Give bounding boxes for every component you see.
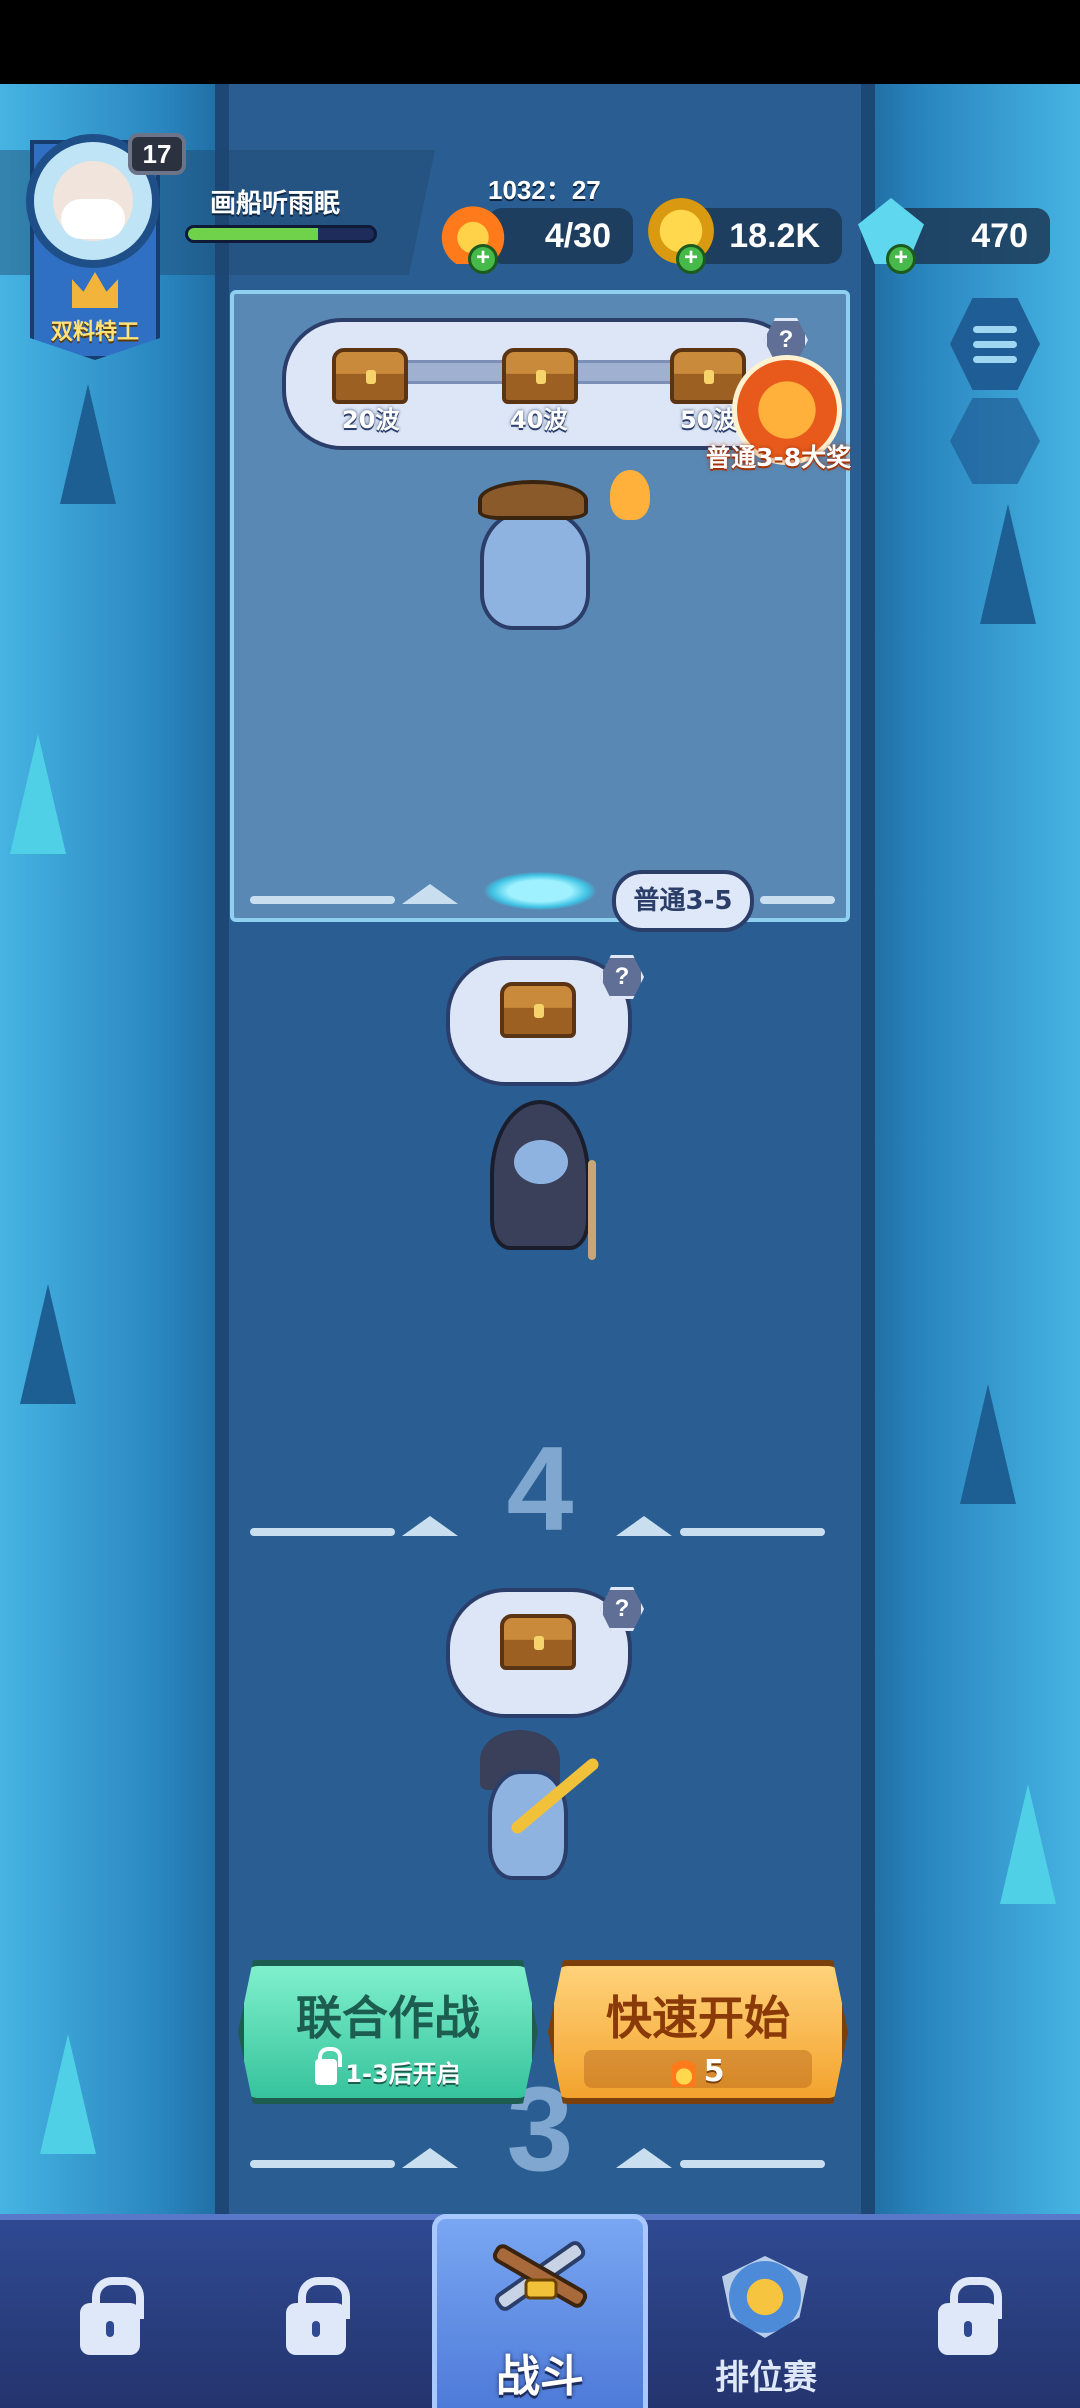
crystal-decoration [10,734,66,854]
crystal-decoration [40,2034,96,2154]
chest-icon[interactable] [332,348,408,404]
chest-icon[interactable] [500,982,576,1038]
avatar-portrait [53,161,133,241]
lock-icon [80,2277,144,2355]
chevron-up-icon [616,1516,672,1536]
enemy-hooded-mage [470,1100,620,1260]
crystal-decoration [20,1284,76,1404]
nav-locked-tab-1[interactable] [10,2220,210,2408]
coop-battle-button[interactable]: 联合作战 1-3后开启 [238,1960,538,2104]
nav-locked-tab-5[interactable] [868,2220,1068,2408]
chest-icon[interactable] [500,1614,576,1670]
energy-counter: 4/30 [488,208,633,264]
milestone-label: 40波 [510,406,568,434]
lock-icon [315,2046,343,2085]
add-coins-button[interactable]: + [676,244,706,274]
xp-bar [185,225,377,243]
lock-icon [286,2277,350,2355]
quick-start-button[interactable]: 快速开始 5 [548,1960,848,2104]
wave-number: 4 [506,1422,574,1556]
chest-icon[interactable] [502,348,578,404]
quick-start-cost-value: 5 [703,2054,725,2089]
lane-divider [760,896,835,904]
lane-divider [250,2160,395,2168]
lock-icon [938,2277,1002,2355]
lane-divider [680,1528,825,1536]
player-name: 画船听雨眠 [210,189,341,219]
status-bar [0,0,1080,84]
nav-battle-label: 战斗 [496,2351,584,2402]
enemy-spear-zombie [460,1730,620,1900]
crystal-decoration [1000,1784,1056,1904]
chevron-up-icon [402,1516,458,1536]
gem-value: 470 [971,216,1028,255]
coop-unlock-text: 1-3后开启 [345,2060,461,2088]
coop-unlock-hint: 1-3后开启 [244,2046,532,2089]
coin-value: 18.2K [729,216,820,255]
milestone-label: 20波 [342,406,400,434]
chevron-up-icon [402,2148,458,2168]
grand-prize-label: 普通3-8大奖 [706,443,852,472]
crystal-decoration [960,1384,1016,1504]
crystal-decoration [60,384,116,504]
chevron-up-icon [616,2148,672,2168]
player-title: 双料特工 [50,320,139,345]
milestone-label: 50波 [680,406,738,434]
nav-ranked-label[interactable]: 排位赛 [666,2350,866,2399]
lane-divider [680,2160,825,2168]
chevron-up-icon [402,884,458,904]
energy-icon [671,2056,696,2087]
lane-divider [250,1528,395,1536]
coop-battle-label: 联合作战 [296,1991,480,2045]
menu-icon [973,325,1017,333]
xp-fill [188,228,319,240]
crossed-swords-icon [492,2241,588,2311]
spawn-portal [484,872,596,910]
quick-start-label: 快速开始 [606,1991,790,2045]
enemy-torchbearer [460,470,660,640]
nav-locked-tab-2[interactable] [216,2220,416,2408]
add-energy-button[interactable]: + [468,244,498,274]
energy-value: 4/30 [544,216,611,255]
level-badge: 17 [128,133,186,175]
add-gems-button[interactable]: + [886,244,916,274]
quick-start-cost: 5 [554,2054,842,2089]
lane-divider [250,896,395,904]
crystal-decoration [980,504,1036,624]
current-stage-tag: 普通3-5 [612,870,754,932]
